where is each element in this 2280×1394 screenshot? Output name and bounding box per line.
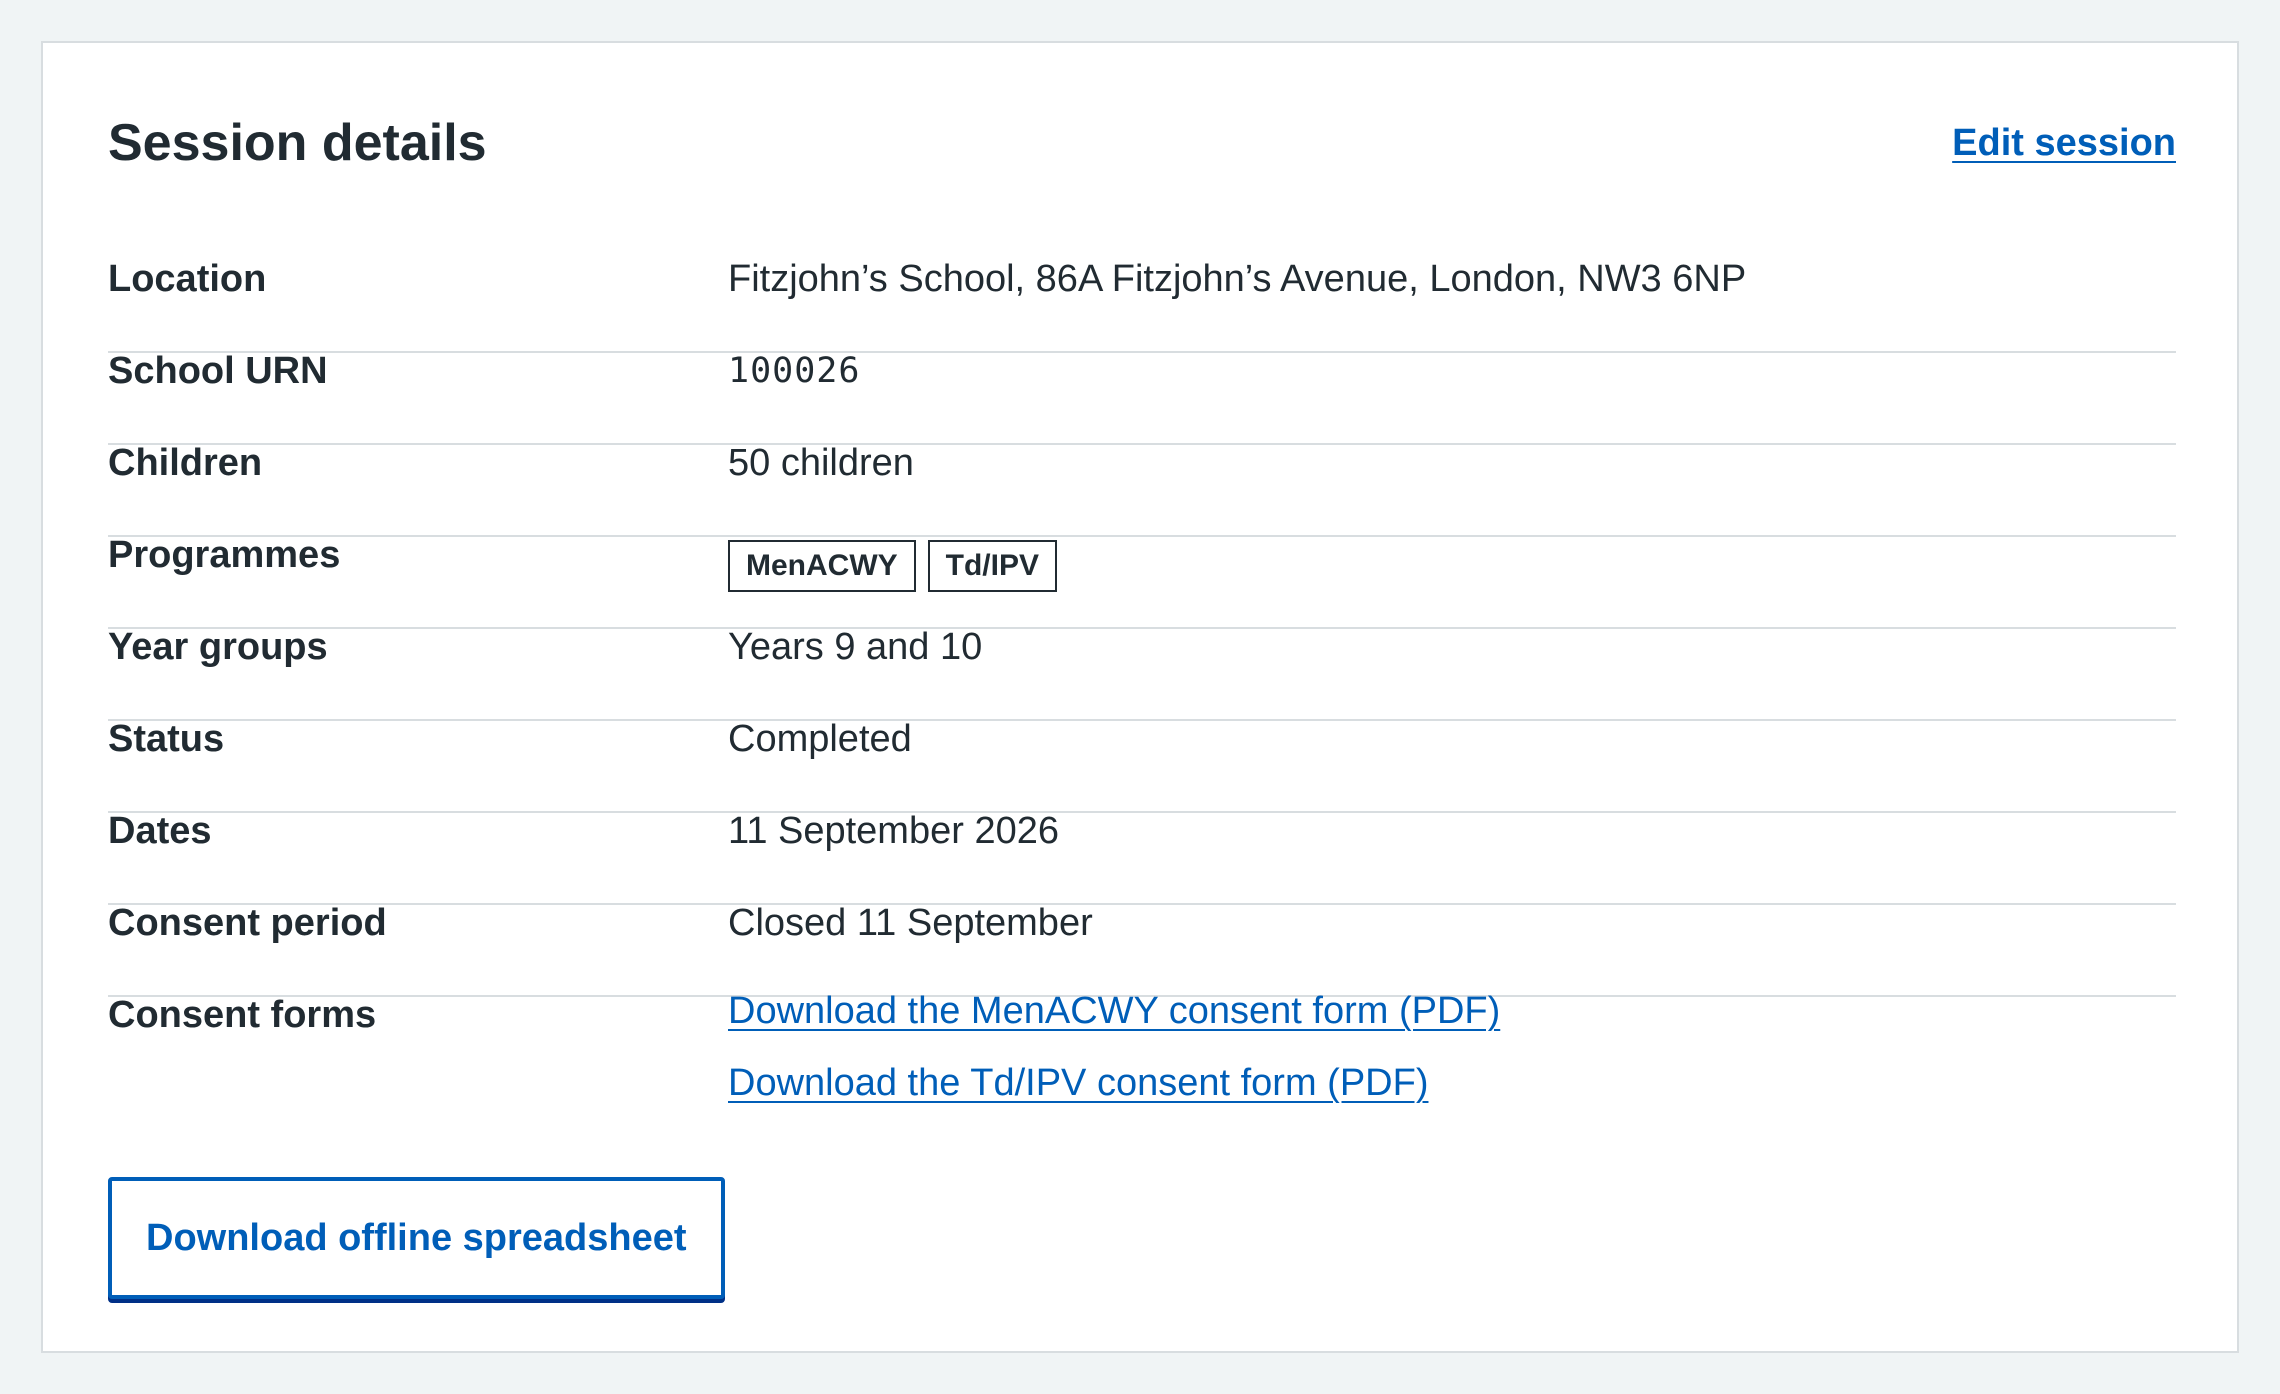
summary-row-school-urn: School URN 100026 (108, 350, 2176, 445)
summary-row-programmes: Programmes MenACWY Td/IPV (108, 534, 2176, 629)
dates-value: 11 September 2026 (728, 810, 1059, 852)
summary-key: School URN (108, 350, 328, 392)
consent-form-links: Download the MenACWY consent form (PDF) … (728, 975, 1500, 1119)
summary-row-dates: Dates 11 September 2026 (108, 810, 2176, 905)
summary-key: Location (108, 258, 267, 300)
summary-key: Programmes (108, 534, 341, 576)
download-offline-spreadsheet-button[interactable]: Download offline spreadsheet (108, 1177, 725, 1299)
summary-key: Consent forms (108, 994, 377, 1036)
summary-list: Location Fitzjohn’s School, 86A Fitzjohn… (108, 258, 2176, 1137)
programme-tags: MenACWY Td/IPV (728, 540, 1057, 592)
download-td-ipv-consent-form-link[interactable]: Download the Td/IPV consent form (PDF) (728, 1047, 1500, 1119)
session-details-card: Session details Edit session Location Fi… (41, 41, 2239, 1353)
edit-session-link[interactable]: Edit session (1952, 113, 2176, 173)
consent-period-value: Closed 11 September (728, 902, 1093, 944)
programme-tag-td-ipv: Td/IPV (927, 540, 1057, 592)
school-urn-value: 100026 (728, 351, 861, 391)
summary-key: Year groups (108, 626, 328, 668)
location-value: Fitzjohn’s School, 86A Fitzjohn’s Avenue… (728, 258, 1747, 300)
summary-key: Children (108, 442, 263, 484)
download-menacwy-consent-form-link[interactable]: Download the MenACWY consent form (PDF) (728, 975, 1500, 1047)
card-title: Session details (108, 114, 487, 172)
summary-row-year-groups: Year groups Years 9 and 10 (108, 626, 2176, 721)
summary-key: Status (108, 718, 225, 760)
year-groups-value: Years 9 and 10 (728, 626, 983, 668)
summary-key: Dates (108, 810, 212, 852)
programme-tag-menacwy: MenACWY (728, 540, 916, 592)
children-value: 50 children (728, 442, 914, 484)
summary-row-location: Location Fitzjohn’s School, 86A Fitzjohn… (108, 258, 2176, 353)
summary-row-children: Children 50 children (108, 442, 2176, 537)
summary-row-status: Status Completed (108, 718, 2176, 813)
status-value: Completed (728, 718, 912, 760)
summary-key: Consent period (108, 902, 387, 944)
summary-row-consent-forms: Consent forms Download the MenACWY conse… (108, 990, 2176, 1137)
card-header: Session details Edit session (108, 103, 2176, 183)
